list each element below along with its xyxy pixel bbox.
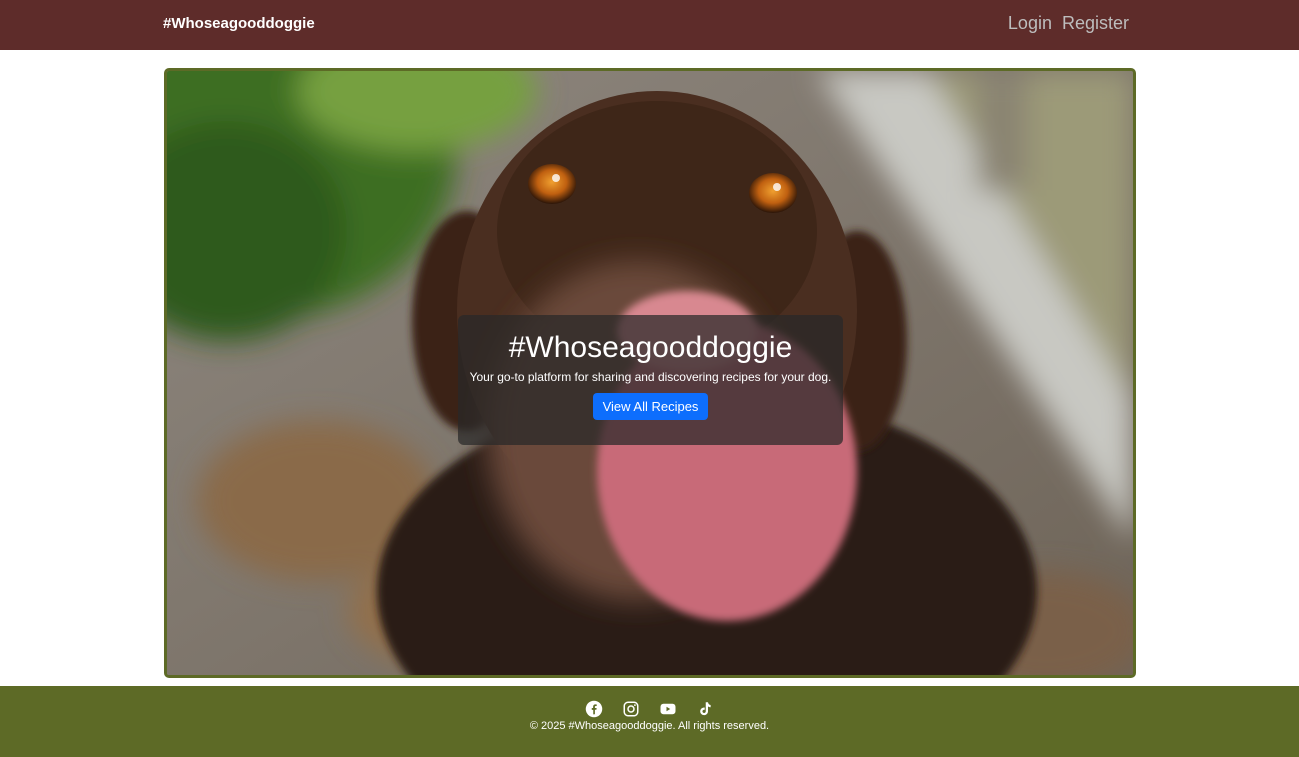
navbar: #Whoseagooddoggie Login Register xyxy=(0,0,1299,50)
nav-links: Login Register xyxy=(1008,13,1129,34)
facebook-icon[interactable] xyxy=(584,700,604,718)
social-links xyxy=(0,700,1299,718)
hero-subtitle: Your go-to platform for sharing and disc… xyxy=(469,370,832,384)
login-link[interactable]: Login xyxy=(1008,13,1052,34)
register-link[interactable]: Register xyxy=(1062,13,1129,34)
view-all-recipes-button[interactable]: View All Recipes xyxy=(592,393,709,420)
copyright-text: © 2025 #Whoseagooddoggie. All rights res… xyxy=(529,720,770,732)
hero-overlay: #Whoseagooddoggie Your go-to platform fo… xyxy=(458,315,843,445)
brand-logo-link[interactable]: #Whoseagooddoggie xyxy=(163,15,315,32)
instagram-icon[interactable] xyxy=(621,700,641,718)
youtube-icon[interactable] xyxy=(658,700,678,718)
tiktok-icon[interactable] xyxy=(695,700,715,718)
footer: © 2025 #Whoseagooddoggie. All rights res… xyxy=(0,686,1299,757)
hero-banner: #Whoseagooddoggie Your go-to platform fo… xyxy=(164,68,1136,678)
hero-title: #Whoseagooddoggie xyxy=(508,331,793,364)
